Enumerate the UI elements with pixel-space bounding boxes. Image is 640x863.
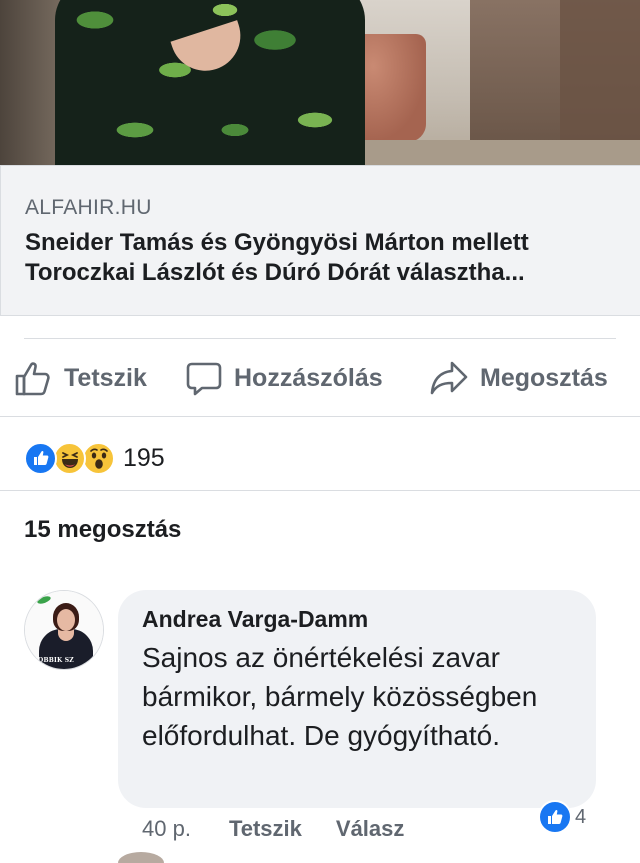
link-title: Sneider Tamás és Gyöngyösi Márton mellet… — [25, 229, 529, 286]
comment-reply-button[interactable]: Válasz — [336, 816, 405, 842]
comment-button[interactable]: Hozzászólás — [186, 358, 383, 398]
like-button[interactable]: Tetszik — [14, 358, 147, 398]
link-preview[interactable]: ALFAHIR.HU Sneider Tamás és Gyöngyösi Má… — [0, 165, 640, 316]
comment-reactions[interactable]: 4 — [538, 800, 586, 834]
like-label: Tetszik — [64, 363, 147, 392]
post-photo[interactable] — [0, 0, 640, 165]
divider — [0, 416, 640, 417]
like-reaction-icon — [24, 441, 57, 475]
share-button[interactable]: Megosztás — [430, 358, 608, 398]
comment-bubble[interactable]: Andrea Varga-Damm Sajnos az önértékelési… — [118, 590, 596, 808]
thumbs-up-icon — [14, 359, 52, 397]
comment-timestamp[interactable]: 40 p. — [142, 816, 191, 842]
post-action-bar: Tetszik Hozzászólás Megosztás — [0, 340, 640, 416]
haha-reaction-icon — [53, 441, 86, 475]
speech-bubble-icon — [186, 360, 222, 396]
comment-like-button[interactable]: Tetszik — [229, 816, 302, 842]
reaction-count: 195 — [123, 443, 165, 472]
share-label: Megosztás — [480, 363, 608, 392]
avatar[interactable] — [118, 852, 164, 863]
wow-reaction-icon — [82, 441, 115, 475]
comment-author[interactable]: Andrea Varga-Damm — [142, 606, 368, 633]
comment-text: Sajnos az önértékelési zavar bármikor, b… — [142, 642, 538, 751]
link-domain: ALFAHIR.HU — [25, 196, 152, 219]
share-arrow-icon — [430, 360, 468, 396]
avatar-face — [57, 609, 75, 631]
avatar-party-tag: JOBBIK SZ — [35, 657, 74, 664]
comment-label: Hozzászólás — [234, 363, 383, 392]
comment-reaction-count: 4 — [575, 805, 587, 828]
divider — [0, 490, 640, 491]
divider — [24, 338, 616, 339]
share-count[interactable]: 15 megosztás — [24, 516, 181, 544]
avatar[interactable]: JOBBIK SZ — [24, 590, 104, 670]
reactions-summary[interactable]: 195 — [24, 440, 165, 476]
comment-meta: 40 p. Tetszik Válasz — [142, 814, 404, 844]
photo-floor — [330, 140, 640, 165]
like-reaction-icon — [538, 800, 572, 834]
photo-dress — [55, 0, 365, 165]
photo-chair-left — [0, 0, 62, 165]
